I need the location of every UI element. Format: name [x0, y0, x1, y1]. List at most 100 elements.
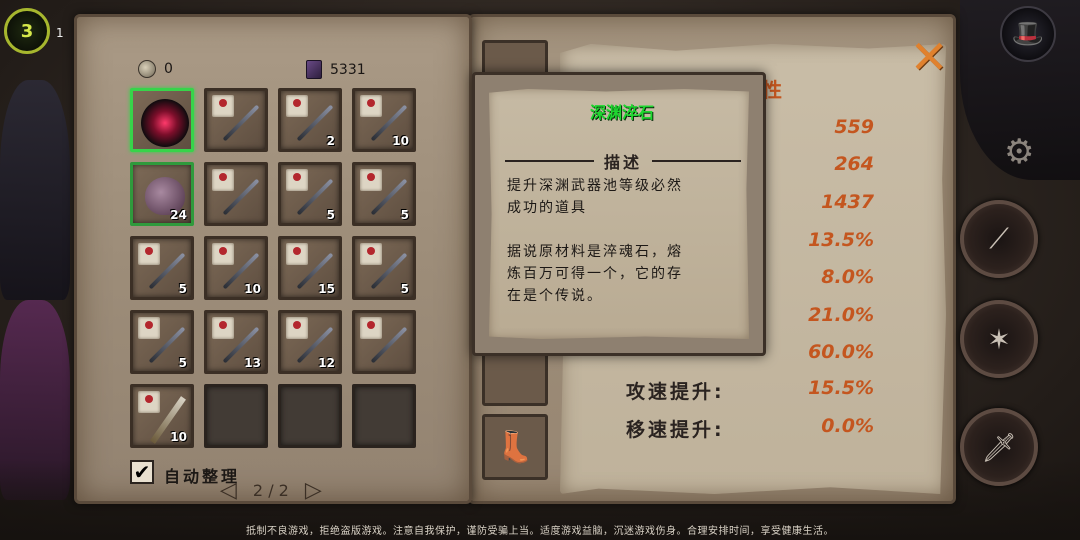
stat-value: 1437	[821, 191, 874, 213]
item-count: 15	[318, 282, 335, 296]
item-tooltip: 深渊淬石 描述 提升深渊武器池等级必然 成功的道具 据说原材料是淬魂石，熔 炼百…	[472, 72, 766, 356]
level-number: 1	[56, 26, 64, 40]
item-count: 2	[326, 134, 335, 148]
tooltip-title: 深渊淬石	[589, 103, 654, 122]
inventory-slot-empty[interactable]	[204, 384, 268, 448]
stat-row-move-speed: 移速提升: 0.0%	[600, 413, 880, 443]
pagination: ◁ 2 / 2 ▷	[220, 478, 322, 503]
skill-button-3[interactable]: 🗡	[960, 408, 1038, 486]
item-count: 10	[170, 430, 187, 444]
inventory-slot[interactable]: 5	[130, 236, 194, 300]
abyss-stone-icon	[141, 99, 189, 147]
stat-value: 15.5%	[808, 377, 874, 399]
claw-icon: ⟋	[989, 222, 1009, 255]
scroll-icon	[286, 95, 308, 117]
scroll-icon	[360, 95, 382, 117]
tooltip-desc-line: 提升深渊武器池等级必然	[507, 178, 683, 194]
tooltip-desc-line: 据说原材料是淬魂石，熔	[507, 244, 683, 260]
scroll-icon	[138, 317, 160, 339]
scroll-icon	[138, 391, 160, 413]
health-disclaimer: 抵制不良游戏，拒绝盗版游戏。注意自我保护，谨防受骗上当。适度游戏益脑，沉迷游戏伤…	[246, 526, 834, 537]
settings-gear-icon[interactable]: ⚙	[1004, 132, 1034, 172]
inventory-slot[interactable]	[130, 88, 194, 152]
scroll-icon	[212, 243, 234, 265]
inventory-slot[interactable]	[204, 162, 268, 226]
next-page-icon[interactable]: ▷	[305, 478, 322, 503]
stat-value: 559	[834, 116, 874, 138]
dagger-icon: 🗡	[981, 430, 1017, 464]
stat-label: 攻速提升:	[626, 381, 725, 403]
scroll-icon	[286, 243, 308, 265]
divider	[505, 160, 594, 162]
item-count: 5	[400, 282, 409, 296]
stat-value: 8.0%	[821, 266, 874, 288]
skill-button-1[interactable]: ⟋	[960, 200, 1038, 278]
inventory-slot-empty[interactable]	[352, 384, 416, 448]
item-count: 12	[318, 356, 335, 370]
stat-row-attack-speed: 攻速提升: 15.5%	[600, 375, 880, 405]
page-indicator: 2 / 2	[252, 481, 289, 500]
inventory-slot[interactable]	[204, 88, 268, 152]
prev-page-icon[interactable]: ◁	[220, 478, 237, 503]
inventory-slot[interactable]: 10	[204, 236, 268, 300]
character-silhouette-icon: 🎩	[1011, 19, 1045, 49]
level-badge[interactable]: 3	[4, 8, 50, 54]
item-count: 10	[244, 282, 261, 296]
item-count: 5	[178, 282, 187, 296]
book-currency: 5331	[306, 60, 366, 79]
stat-label: 移速提升:	[626, 419, 725, 441]
inventory-slot[interactable]: 15	[278, 236, 342, 300]
item-count: 5	[400, 208, 409, 222]
item-count: 24	[170, 208, 187, 222]
scroll-icon	[286, 169, 308, 191]
background-character-left-top	[0, 80, 70, 300]
stat-value: 60.0%	[808, 341, 874, 363]
equip-slot-boots[interactable]: 👢	[482, 414, 548, 480]
coin-currency: 0	[138, 60, 173, 78]
scroll-icon	[212, 317, 234, 339]
book-icon	[306, 60, 322, 79]
item-count: 5	[326, 208, 335, 222]
inventory-slot[interactable]: 24	[130, 162, 194, 226]
slash-icon: ✶	[987, 322, 1011, 356]
auto-sort-checkbox[interactable]: ✔	[130, 460, 154, 484]
tooltip-section-header: 描述	[505, 151, 742, 172]
coin-icon	[138, 60, 156, 78]
stat-value: 0.0%	[821, 415, 874, 437]
scroll-icon	[360, 169, 382, 191]
scroll-icon	[286, 317, 308, 339]
inventory-slot[interactable]: 13	[204, 310, 268, 374]
inventory-slot[interactable]: 5	[278, 162, 342, 226]
inventory-slot[interactable]: 10	[130, 384, 194, 448]
book-amount: 5331	[330, 61, 366, 78]
level-badge-text: 3	[20, 20, 34, 42]
skill-button-2[interactable]: ✶	[960, 300, 1038, 378]
tooltip-desc-line: 在是个传说。	[507, 288, 603, 304]
tooltip-desc-line: 炼百万可得一个，它的存	[507, 266, 683, 282]
inventory-slot[interactable]: 5	[352, 162, 416, 226]
item-count: 5	[178, 356, 187, 370]
inventory-slot[interactable]: 2	[278, 88, 342, 152]
character-portrait[interactable]: 🎩	[1000, 6, 1056, 62]
scroll-icon	[360, 243, 382, 265]
inventory-slot[interactable]: 10	[352, 88, 416, 152]
close-icon: ✕	[909, 30, 949, 84]
divider	[652, 160, 742, 162]
inventory-slot[interactable]	[352, 310, 416, 374]
stat-value: 264	[834, 153, 874, 175]
stat-value: 21.0%	[808, 304, 874, 326]
item-count: 13	[244, 356, 261, 370]
tooltip-section-label: 描述	[604, 153, 643, 172]
boots-icon: 👢	[496, 429, 534, 465]
tooltip-desc-line: 成功的道具	[507, 200, 587, 216]
inventory-slot[interactable]: 5	[130, 310, 194, 374]
scroll-icon	[212, 95, 234, 117]
scroll-icon	[138, 243, 160, 265]
scroll-icon	[360, 317, 382, 339]
inventory-slot[interactable]: 12	[278, 310, 342, 374]
close-button[interactable]: ✕	[906, 34, 952, 80]
inventory-slot[interactable]: 5	[352, 236, 416, 300]
item-count: 10	[392, 134, 409, 148]
stat-value: 13.5%	[808, 229, 874, 251]
inventory-slot-empty[interactable]	[278, 384, 342, 448]
